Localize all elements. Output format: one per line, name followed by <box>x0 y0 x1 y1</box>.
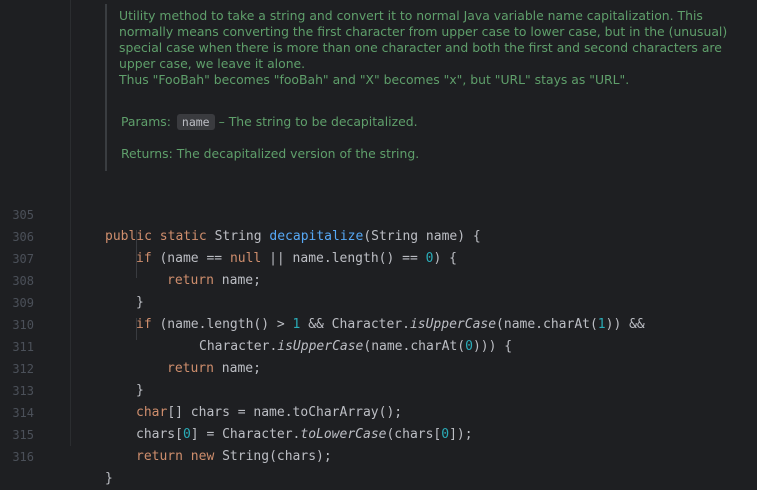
code-line-311[interactable]: 311 return name; <box>0 314 757 376</box>
javadoc-description: Utility method to take a string and conv… <box>119 8 749 88</box>
code-line-314[interactable]: 314 chars[0] = Character.toLowerCase(cha… <box>0 380 757 442</box>
javadoc-params: Params: name – The string to be decapitali… <box>121 114 418 130</box>
javadoc-line: upper case, we leave it alone. <box>119 56 306 71</box>
code-line-316[interactable]: 316 } <box>0 424 757 486</box>
code-line-310[interactable]: 310 Character.isUpperCase(name.charAt(0)… <box>0 292 757 354</box>
returns-description: The decapitalized version of the string. <box>176 146 420 161</box>
code-text: return new String(chars); <box>136 449 332 464</box>
code-text: } <box>105 471 113 486</box>
code-line-312[interactable]: 312 } <box>0 336 757 398</box>
params-label: Params: <box>121 114 171 129</box>
returns-label: Returns: <box>121 146 173 161</box>
javadoc-line: special case when there is more than one… <box>119 40 722 55</box>
javadoc-line: Utility method to take a string and conv… <box>119 8 703 23</box>
javadoc-line: normally means converting the first char… <box>119 24 728 39</box>
line-number: 316 <box>12 450 34 464</box>
code-line-306[interactable]: 306 if (name == null || name.length() ==… <box>0 204 757 266</box>
code-line-315[interactable]: 315 return new String(chars); <box>0 402 757 464</box>
code-line-313[interactable]: 313 char[] chars = name.toCharArray(); <box>0 358 757 420</box>
code-line-308[interactable]: 308 } <box>0 248 757 310</box>
javadoc-returns: Returns: The decapitalized version of th… <box>121 146 419 161</box>
javadoc-line: Thus "FooBah" becomes "fooBah" and "X" b… <box>119 72 630 87</box>
code-line-307[interactable]: 307 return name; <box>0 226 757 288</box>
code-line-309[interactable]: 309 if (name.length() > 1 && Character.i… <box>0 270 757 332</box>
rendered-javadoc: Utility method to take a string and conv… <box>105 4 757 171</box>
param-name-chip[interactable]: name <box>176 114 215 130</box>
param-description: – The string to be decapitalized. <box>218 114 418 129</box>
code-line-305[interactable]: 305 public static String decapitalize(St… <box>0 182 757 244</box>
